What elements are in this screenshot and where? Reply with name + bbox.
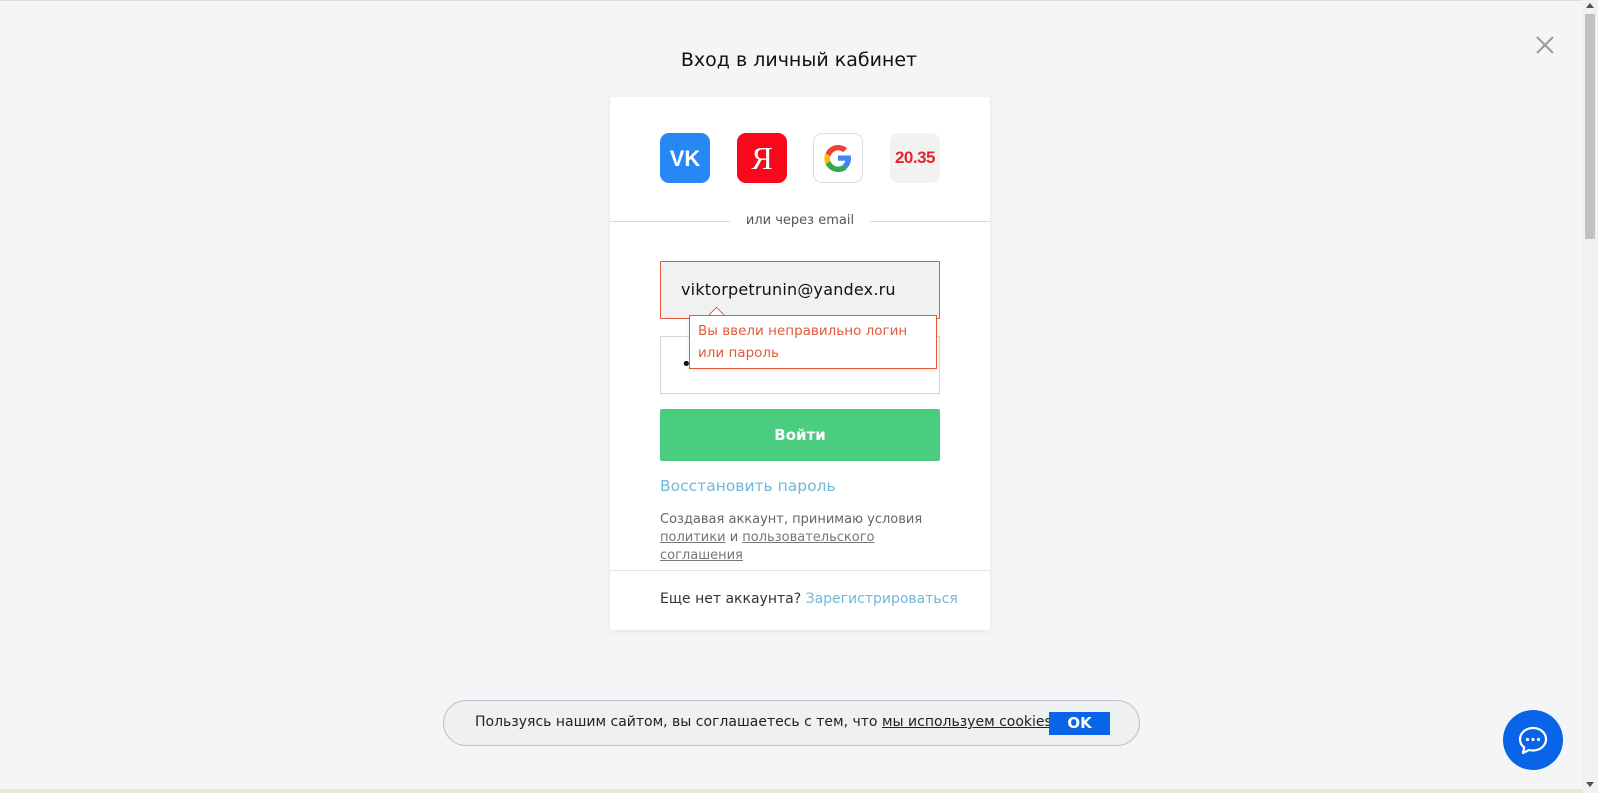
login-button[interactable]: Войти [660, 409, 940, 461]
cookie-text: Пользуясь нашим сайтом, вы соглашаетесь … [475, 714, 1052, 730]
login-card: VK Я 20.35 или через email viktorpetruni… [610, 97, 990, 630]
university-2035-logo-icon: 20.35 [894, 148, 936, 167]
error-tooltip: Вы ввели неправильно логин или пароль [689, 315, 937, 369]
divider-text: или через email [730, 212, 870, 230]
footer-divider [610, 570, 990, 571]
email-field[interactable]: viktorpetrunin@yandex.ru [660, 261, 940, 319]
scroll-down-icon[interactable] [1586, 782, 1594, 787]
no-account-text: Еще нет аккаунта? [660, 591, 802, 607]
terms-and: и [729, 530, 739, 545]
svg-text:VK: VK [670, 146, 701, 171]
vk-logo-icon: VK [670, 146, 701, 171]
2035-login-button[interactable]: 20.35 [890, 133, 940, 183]
register-prompt: Еще нет аккаунта? Зарегистрироваться [660, 591, 958, 607]
scroll-up-icon[interactable] [1586, 3, 1594, 8]
terms-text: Создавая аккаунт, принимаю условия полит… [660, 511, 960, 565]
cookie-policy-link[interactable]: мы используем cookies [882, 714, 1052, 730]
google-logo-icon [824, 145, 851, 172]
cookie-message: Пользуясь нашим сайтом, вы соглашаетесь … [475, 714, 878, 730]
chat-button[interactable] [1503, 710, 1563, 770]
bottom-strip [0, 789, 1582, 793]
terms-intro: Создавая аккаунт, принимаю условия [660, 512, 923, 527]
google-login-button[interactable] [813, 133, 863, 183]
top-border [0, 0, 1598, 1]
yandex-login-button[interactable]: Я [737, 133, 787, 183]
chat-bubble-icon [1518, 726, 1548, 755]
page-title: Вход в личный кабинет [680, 49, 918, 71]
scrollbar-thumb[interactable] [1585, 14, 1595, 239]
policy-link[interactable]: политики [660, 530, 726, 545]
cookie-banner: Пользуясь нашим сайтом, вы соглашаетесь … [443, 700, 1140, 746]
register-link[interactable]: Зарегистрироваться [806, 591, 958, 607]
vk-login-button[interactable]: VK [660, 133, 710, 183]
restore-password-link[interactable]: Восстановить пароль [660, 477, 836, 495]
cookie-ok-button[interactable]: OK [1049, 712, 1110, 735]
yandex-logo-icon: Я [751, 140, 773, 176]
